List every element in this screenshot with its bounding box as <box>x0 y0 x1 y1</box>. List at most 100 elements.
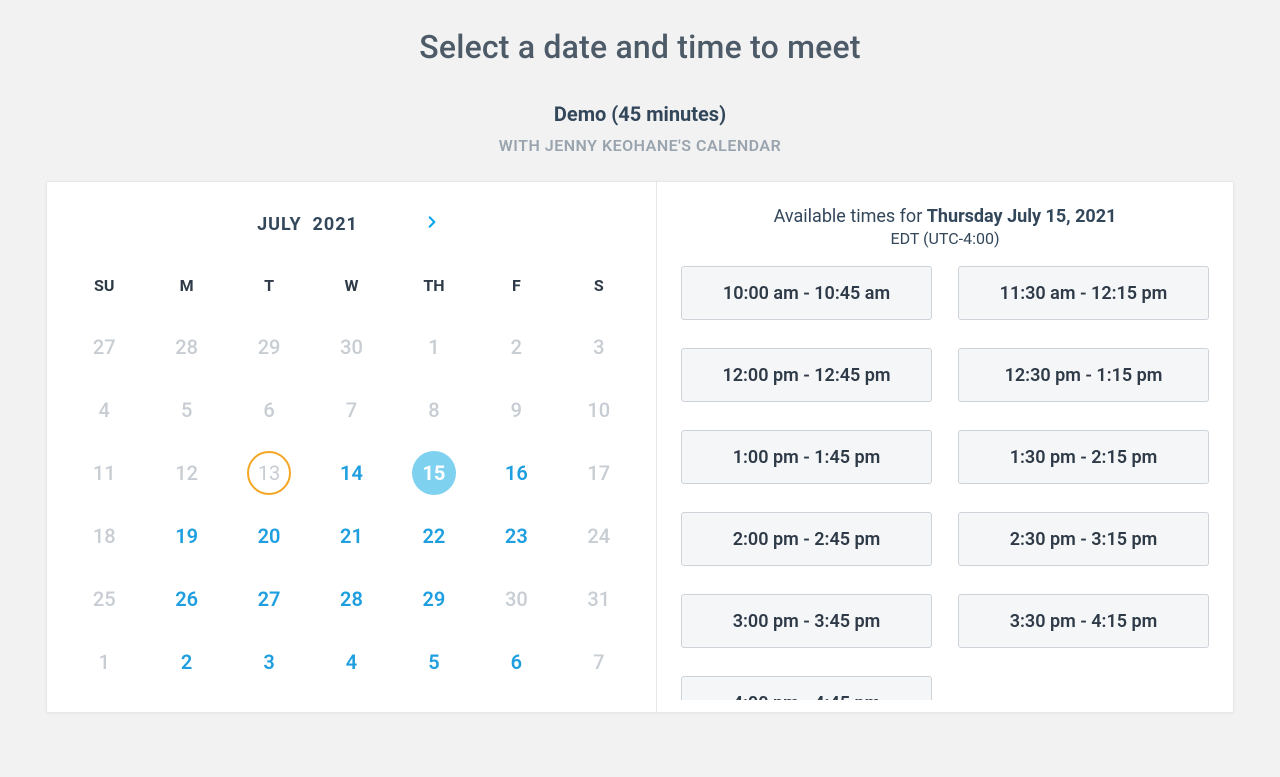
day-number: 4 <box>329 640 373 684</box>
time-slot[interactable]: 4:00 pm - 4:45 pm <box>681 676 932 700</box>
time-slot[interactable]: 12:00 pm - 12:45 pm <box>681 348 932 402</box>
day-number: 16 <box>494 451 538 495</box>
day-number: 5 <box>165 388 209 432</box>
calendar-day: 30 <box>475 567 557 630</box>
day-number: 1 <box>412 325 456 369</box>
calendar-day: 29 <box>228 315 310 378</box>
time-slot[interactable]: 2:00 pm - 2:45 pm <box>681 512 932 566</box>
calendar-day: 11 <box>63 441 145 504</box>
calendar-day[interactable]: 2 <box>145 630 227 693</box>
timezone-label: EDT (UTC-4:00) <box>681 229 1209 248</box>
dow-header: S <box>558 266 640 315</box>
calendar-day[interactable]: 28 <box>310 567 392 630</box>
calendar-day: 1 <box>393 315 475 378</box>
year: 2021 <box>313 214 358 235</box>
calendar-day[interactable]: 6 <box>475 630 557 693</box>
calendar-day: 7 <box>558 630 640 693</box>
day-number: 29 <box>412 577 456 621</box>
calendar-day: 13 <box>228 441 310 504</box>
day-number: 30 <box>494 577 538 621</box>
day-number: 26 <box>165 577 209 621</box>
day-number: 11 <box>82 451 126 495</box>
times-pane: Available times for Thursday July 15, 20… <box>657 182 1233 712</box>
calendar-day[interactable]: 15 <box>393 441 475 504</box>
time-slot[interactable]: 10:00 am - 10:45 am <box>681 266 932 320</box>
scheduler-panel: JULY 2021 SUMTWTHFS 27282930123456789101… <box>46 181 1234 713</box>
day-number: 3 <box>577 325 621 369</box>
day-number: 10 <box>577 388 621 432</box>
calendar-day: 10 <box>558 378 640 441</box>
day-number: 6 <box>247 388 291 432</box>
day-number: 22 <box>412 514 456 558</box>
day-number: 4 <box>82 388 126 432</box>
day-number: 25 <box>82 577 126 621</box>
time-slot[interactable]: 2:30 pm - 3:15 pm <box>958 512 1209 566</box>
available-times-prefix: Available times for <box>774 206 927 227</box>
day-number: 1 <box>82 640 126 684</box>
day-number: 28 <box>329 577 373 621</box>
day-number: 2 <box>494 325 538 369</box>
calendar-day[interactable]: 19 <box>145 504 227 567</box>
day-number: 14 <box>329 451 373 495</box>
day-number: 29 <box>247 325 291 369</box>
calendar-day[interactable]: 21 <box>310 504 392 567</box>
calendar-day[interactable]: 3 <box>228 630 310 693</box>
calendar-day[interactable]: 29 <box>393 567 475 630</box>
time-slot[interactable]: 1:30 pm - 2:15 pm <box>958 430 1209 484</box>
day-number: 21 <box>329 514 373 558</box>
calendar-day[interactable]: 23 <box>475 504 557 567</box>
day-number: 7 <box>577 640 621 684</box>
calendar-day: 7 <box>310 378 392 441</box>
calendar-day: 3 <box>558 315 640 378</box>
day-number: 18 <box>82 514 126 558</box>
calendar-day[interactable]: 20 <box>228 504 310 567</box>
dow-header: W <box>310 266 392 315</box>
day-number: 24 <box>577 514 621 558</box>
calendar-day: 17 <box>558 441 640 504</box>
month-label: JULY 2021 <box>257 214 358 235</box>
available-times-label: Available times for Thursday July 15, 20… <box>681 206 1209 227</box>
dow-header: M <box>145 266 227 315</box>
day-number: 13 <box>247 451 291 495</box>
time-slot[interactable]: 1:00 pm - 1:45 pm <box>681 430 932 484</box>
time-slot[interactable]: 3:00 pm - 3:45 pm <box>681 594 932 648</box>
day-number: 3 <box>247 640 291 684</box>
calendar-day: 31 <box>558 567 640 630</box>
day-number: 6 <box>494 640 538 684</box>
day-number: 27 <box>82 325 126 369</box>
calendar-day: 2 <box>475 315 557 378</box>
calendar-day[interactable]: 16 <box>475 441 557 504</box>
day-number: 15 <box>412 451 456 495</box>
time-slot[interactable]: 11:30 am - 12:15 pm <box>958 266 1209 320</box>
calendar-day: 27 <box>63 315 145 378</box>
dow-header: F <box>475 266 557 315</box>
day-number: 12 <box>165 451 209 495</box>
calendar-day: 8 <box>393 378 475 441</box>
day-number: 7 <box>329 388 373 432</box>
day-number: 9 <box>494 388 538 432</box>
month-name: JULY <box>257 214 301 235</box>
calendar-day[interactable]: 26 <box>145 567 227 630</box>
calendar-day[interactable]: 27 <box>228 567 310 630</box>
calendar-day: 30 <box>310 315 392 378</box>
next-month-button[interactable] <box>418 210 446 238</box>
day-number: 20 <box>247 514 291 558</box>
calendar-day[interactable]: 22 <box>393 504 475 567</box>
dow-header: TH <box>393 266 475 315</box>
calendar-day: 12 <box>145 441 227 504</box>
calendar-day[interactable]: 5 <box>393 630 475 693</box>
host-label: WITH JENNY KEOHANE'S CALENDAR <box>46 136 1234 155</box>
dow-header: SU <box>63 266 145 315</box>
calendar-day: 1 <box>63 630 145 693</box>
time-slot[interactable]: 3:30 pm - 4:15 pm <box>958 594 1209 648</box>
calendar-pane: JULY 2021 SUMTWTHFS 27282930123456789101… <box>47 182 657 712</box>
day-number: 28 <box>165 325 209 369</box>
calendar-day[interactable]: 4 <box>310 630 392 693</box>
calendar-day[interactable]: 14 <box>310 441 392 504</box>
day-number: 23 <box>494 514 538 558</box>
day-number: 27 <box>247 577 291 621</box>
time-slot[interactable]: 12:30 pm - 1:15 pm <box>958 348 1209 402</box>
dow-header: T <box>228 266 310 315</box>
day-number: 5 <box>412 640 456 684</box>
day-number: 31 <box>577 577 621 621</box>
